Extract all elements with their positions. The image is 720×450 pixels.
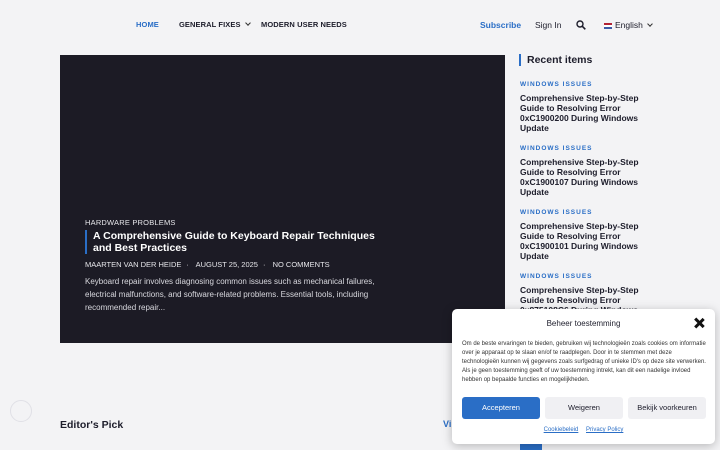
editors-pick-heading: Editor's Pick (60, 419, 124, 431)
post-category[interactable]: HARDWARE PROBLEMS (85, 218, 176, 227)
recent-item-category[interactable]: WINDOWS ISSUES (520, 273, 655, 280)
cookie-policy-link[interactable]: Cookiebeleid (544, 427, 579, 433)
shield-icon[interactable] (10, 400, 32, 422)
view-all-link[interactable]: Vi (443, 419, 451, 429)
post-excerpt: Keyboard repair involves diagnosing comm… (85, 277, 375, 312)
recent-item-title[interactable]: Comprehensive Step-by-Step Guide to Reso… (520, 221, 655, 261)
post-meta: MAARTEN VAN DER HEIDE · AUGUST 25, 2025 · … (85, 260, 330, 269)
sign-in-link[interactable]: Sign In (535, 20, 561, 30)
chevron-down-icon (244, 20, 251, 26)
featured-post[interactable]: HARDWARE PROBLEMS A Comprehensive Guide … (60, 55, 505, 343)
modal-body-text: Om de beste ervaringen te bieden, gebrui… (462, 341, 706, 383)
recent-item-category[interactable]: WINDOWS ISSUES (520, 81, 655, 88)
nav-general-fixes-label: GENERAL FIXES (179, 20, 241, 29)
meta-separator: · (262, 260, 266, 269)
privacy-policy-link[interactable]: Privacy Policy (586, 427, 623, 433)
recent-item-title[interactable]: Comprehensive Step-by-Step Guide to Reso… (520, 157, 655, 197)
recent-item[interactable]: WINDOWS ISSUES Comprehensive Step-by-Ste… (520, 81, 655, 133)
recent-item-category[interactable]: WINDOWS ISSUES (520, 209, 655, 216)
subscribe-link[interactable]: Subscribe (480, 20, 521, 30)
post-title-wrap: A Comprehensive Guide to Keyboard Repair… (85, 230, 375, 254)
post-author[interactable]: MAARTEN VAN DER HEIDE (85, 260, 181, 269)
recent-item[interactable]: WINDOWS ISSUES Comprehensive Step-by-Ste… (520, 145, 655, 197)
recent-item-category[interactable]: WINDOWS ISSUES (520, 145, 655, 152)
site-header: HOME GENERAL FIXES MODERN USER NEEDS Sub… (0, 0, 720, 50)
search-icon[interactable] (576, 20, 586, 30)
recent-items-heading: Recent items (519, 54, 592, 66)
close-icon[interactable] (694, 318, 704, 328)
language-label: English (615, 20, 643, 30)
flag-icon (604, 22, 612, 29)
deny-button[interactable]: Weigeren (545, 397, 623, 419)
language-selector[interactable]: English (604, 20, 653, 30)
nav-general-fixes[interactable]: GENERAL FIXES (179, 20, 251, 29)
recent-item[interactable]: WINDOWS ISSUES Comprehensive Step-by-Ste… (520, 209, 655, 261)
recent-item-title[interactable]: Comprehensive Step-by-Step Guide to Reso… (520, 93, 655, 133)
nav-modern-user-needs[interactable]: MODERN USER NEEDS (261, 20, 347, 29)
chevron-down-icon (647, 21, 653, 27)
nav-home[interactable]: HOME (136, 20, 159, 29)
post-title[interactable]: A Comprehensive Guide to Keyboard Repair… (93, 230, 375, 254)
post-comments[interactable]: NO COMMENTS (273, 260, 330, 269)
accept-button[interactable]: Accepteren (462, 397, 540, 419)
cookie-consent-modal: Beheer toestemming Om de beste ervaringe… (452, 309, 715, 444)
view-preferences-button[interactable]: Bekijk voorkeuren (628, 397, 706, 419)
modal-title: Beheer toestemming (546, 319, 621, 328)
meta-separator: · (186, 260, 189, 269)
post-date: AUGUST 25, 2025 (195, 260, 258, 269)
policy-links: Cookiebeleid Privacy Policy (452, 427, 715, 433)
